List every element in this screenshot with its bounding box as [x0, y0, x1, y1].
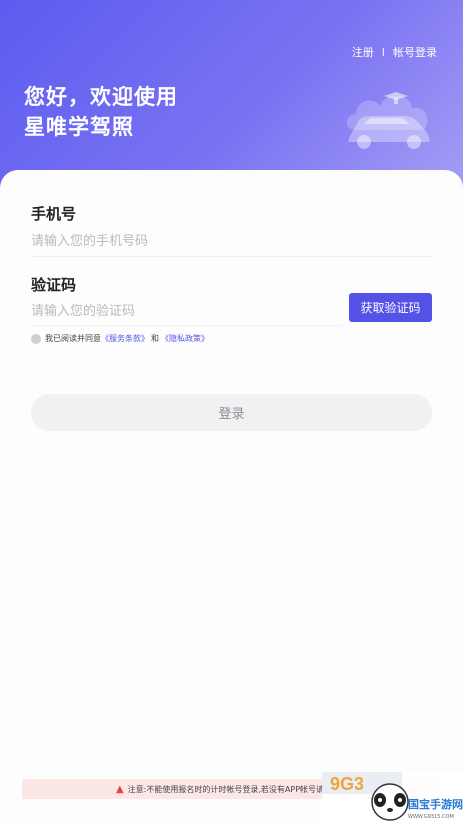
phone-divider	[31, 256, 432, 257]
agree-radio[interactable]	[31, 333, 41, 344]
code-divider	[31, 325, 341, 326]
welcome-line-2: 星唯学驾照	[24, 115, 134, 139]
account-login-link[interactable]: 帐号登录	[393, 44, 437, 60]
login-card	[0, 170, 463, 823]
get-code-button[interactable]: 获取验证码	[349, 293, 432, 322]
phone-label: 手机号	[31, 205, 77, 223]
code-input[interactable]	[31, 300, 281, 322]
welcome-line-1: 您好，欢迎使用	[24, 85, 178, 109]
top-links: 注册 I 帐号登录	[352, 44, 437, 60]
terms-link[interactable]: 《服务条款》	[101, 333, 149, 344]
watermark-site-url: WWW.G9315.COM	[408, 814, 454, 820]
phone-input[interactable]	[31, 230, 281, 252]
car-illustration-icon	[346, 92, 430, 149]
login-button[interactable]: 登录	[31, 394, 432, 431]
watermark-logo: 9G3 国宝手游网 WWW.G9315.COM	[322, 772, 463, 823]
agree-text: 我已阅读并同意	[45, 334, 101, 343]
privacy-link[interactable]: 《隐私政策》	[161, 333, 209, 344]
link-separator: I	[381, 45, 385, 59]
agreement-row: 我已阅读并同意 《服务条款》 和 《隐私政策》	[31, 333, 209, 344]
welcome-heading: 您好，欢迎使用 星唯学驾照	[24, 82, 178, 142]
warning-icon: ▲	[115, 783, 124, 795]
watermark-site-name: 国宝手游网	[408, 797, 463, 811]
register-link[interactable]: 注册	[352, 44, 374, 60]
notice-text: 注意:不能使用报名时的计时帐号登录,若没有APP帐号请先注册	[127, 784, 349, 794]
watermark-brand: 9G3	[330, 774, 364, 794]
code-label: 验证码	[31, 276, 77, 294]
and-text: 和	[151, 334, 159, 343]
